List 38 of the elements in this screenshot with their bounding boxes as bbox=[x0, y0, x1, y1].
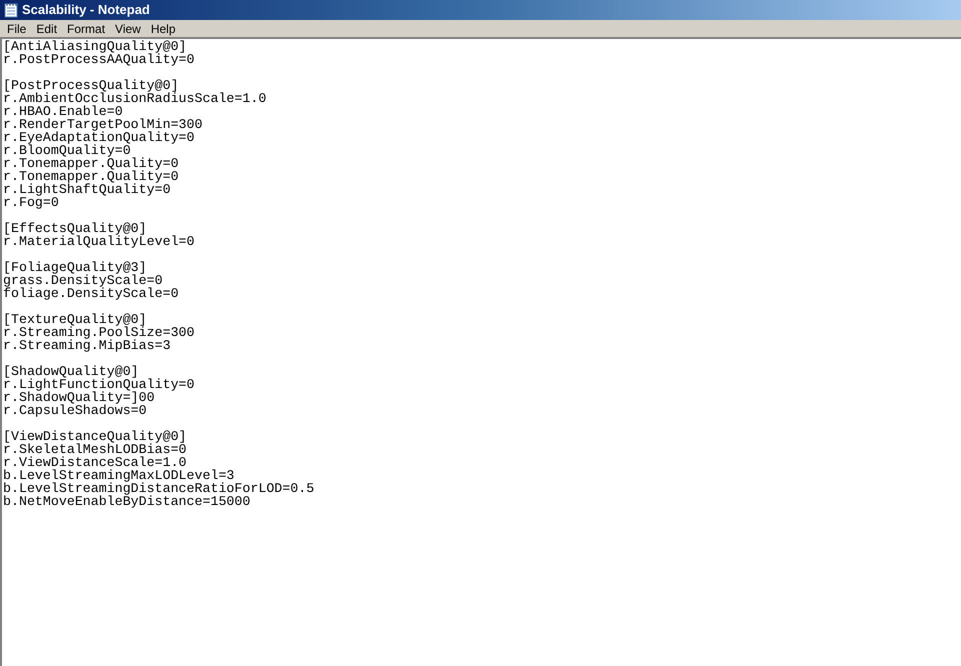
config-line: r.SkeletalMeshLODBias=0 bbox=[3, 443, 188, 456]
config-line: r.Tonemapper.Quality=0 bbox=[3, 170, 180, 183]
config-line: foliage.DensityScale=0 bbox=[3, 287, 180, 300]
config-line: r.Streaming.PoolSize=300 bbox=[3, 326, 196, 339]
config-line: r.HBAO.Enable=0 bbox=[3, 105, 123, 118]
menu-item[interactable]: Help bbox=[146, 20, 181, 38]
config-line: r.RenderTargetPoolMin=300 bbox=[3, 118, 204, 131]
section-header: [ShadowQuality@0] bbox=[3, 365, 139, 378]
menu-item[interactable]: Edit bbox=[31, 20, 62, 38]
config-line: r.LightFunctionQuality=0 bbox=[3, 378, 196, 391]
config-line: grass.DensityScale=0 bbox=[3, 274, 163, 287]
config-line: b.LevelStreamingDistanceRatioForLOD=0.5 bbox=[3, 482, 316, 495]
section-header: [AntiAliasingQuality@0] bbox=[3, 40, 187, 53]
notepad-icon bbox=[4, 2, 18, 18]
menu-item[interactable]: View bbox=[110, 20, 146, 38]
config-line: r.EyeAdaptationQuality=0 bbox=[3, 131, 195, 144]
config-line: r.PostProcessAAQuality=0 bbox=[3, 53, 196, 66]
section-header: [TextureQuality@0] bbox=[3, 313, 147, 326]
config-line: r.CapsuleShadows=0 bbox=[3, 404, 147, 417]
text-editor[interactable] bbox=[0, 37, 961, 666]
config-line: r.Fog=0 bbox=[3, 196, 59, 209]
config-line: b.LevelStreamingMaxLODLevel=3 bbox=[3, 469, 234, 482]
config-line: r.Streaming.MipBias=3 bbox=[3, 339, 171, 352]
section-header: [ViewDistanceQuality@0] bbox=[3, 430, 188, 443]
config-line: b.NetMoveEnableByDistance=15000 bbox=[3, 495, 250, 508]
menu-item[interactable]: Format bbox=[62, 20, 110, 38]
config-line: r.LightShaftQuality=0 bbox=[3, 183, 171, 196]
config-line: r.Tonemapper.Quality=0 bbox=[3, 157, 180, 170]
section-header: [FoliageQuality@3] bbox=[3, 261, 147, 274]
config-line: r.ShadowQuality=]00 bbox=[3, 391, 155, 404]
window-title: Scalability - Notepad bbox=[22, 1, 150, 20]
config-line: r.ViewDistanceScale=1.0 bbox=[3, 456, 187, 469]
section-header: [EffectsQuality@0] bbox=[3, 222, 147, 235]
config-line: r.AmbientOcclusionRadiusScale=1.0 bbox=[3, 92, 268, 105]
config-line: r.MaterialQualityLevel=0 bbox=[3, 235, 196, 248]
menu-item[interactable]: File bbox=[2, 20, 32, 38]
config-line: r.BloomQuality=0 bbox=[3, 144, 131, 157]
section-header: [PostProcessQuality@0] bbox=[3, 79, 179, 92]
